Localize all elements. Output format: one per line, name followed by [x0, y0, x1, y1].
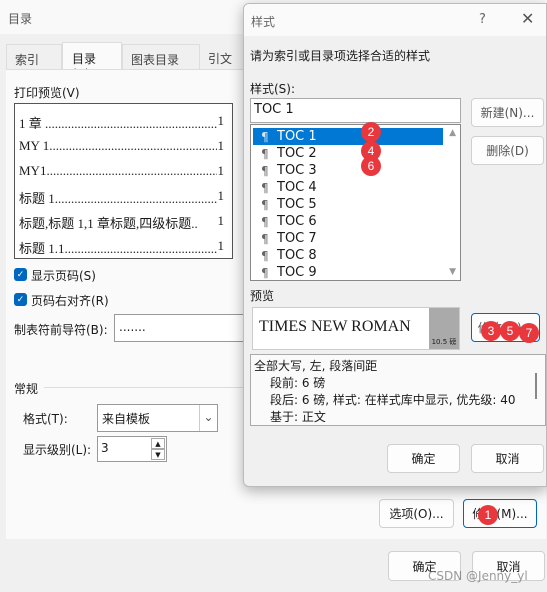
style-name-value: TOC 1 [254, 102, 294, 117]
general-label: 常规 [14, 382, 39, 396]
footer [0, 540, 547, 592]
paragraph-icon: ¶ [261, 146, 269, 161]
style-dialog: 样式 ? ✕ 请为索引或目录项选择合适的样式 样式(S): TOC 1 ¶ TOC… [243, 3, 547, 487]
style-cancel-button[interactable]: 取消 [471, 444, 544, 473]
style-item-label: TOC 1 [277, 129, 317, 144]
modify-button[interactable]: 修改(M)... [463, 499, 537, 528]
show-page-numbers-label: 显示页码(S) [31, 269, 96, 283]
tab-toc[interactable]: 目录(C) [62, 42, 122, 81]
delete-style-button[interactable]: 删除(D) [471, 136, 544, 165]
badge-6: 6 [361, 156, 381, 176]
close-icon[interactable]: ✕ [521, 9, 534, 28]
paragraph-icon: ¶ [261, 180, 269, 195]
paragraph-icon: ¶ [261, 163, 269, 178]
style-item-label: TOC 8 [277, 248, 317, 263]
divider [44, 387, 244, 388]
format-select[interactable]: 来自模板 ⌄ [97, 404, 218, 432]
dialog-title: 目录 [8, 12, 33, 26]
style-title-bar [244, 4, 546, 36]
spin-up-icon[interactable]: ▲ [151, 438, 165, 449]
right-align-label: 页码右对齐(R) [31, 294, 109, 308]
chevron-down-icon: ⌄ [199, 405, 217, 431]
style-item-label: TOC 6 [277, 214, 317, 229]
show-levels-spinner[interactable]: 3 ▲ ▼ [97, 436, 167, 462]
spin-down-icon[interactable]: ▼ [151, 449, 165, 460]
style-item-label: TOC 5 [277, 197, 317, 212]
style-list-item[interactable]: ¶ TOC 1 [253, 128, 443, 145]
style-list-item[interactable]: ¶ TOC 2 [253, 145, 443, 162]
show-levels-label: 显示级别(L): [23, 443, 92, 457]
paragraph-icon: ¶ [261, 214, 269, 229]
style-list-item[interactable]: ¶ TOC 5 [253, 196, 443, 213]
new-style-button[interactable]: 新建(N)... [471, 98, 544, 127]
tab-index[interactable]: 索引(X) [6, 44, 62, 82]
paragraph-icon: ¶ [261, 129, 269, 144]
format-value: 来自模板 [102, 412, 151, 426]
scroll-up-icon[interactable]: ▲ [449, 128, 456, 138]
paragraph-icon: ¶ [261, 197, 269, 212]
style-preview-box: TIMES NEW ROMAN 10.5 磅 [252, 307, 460, 350]
paragraph-icon: ¶ [261, 265, 269, 280]
description-line: 全部大写, 左, 段落间距 [254, 359, 378, 373]
format-label: 格式(T): [23, 412, 68, 426]
styles-label: 样式(S): [250, 82, 296, 96]
tab-figures[interactable]: 图表目录(F) [122, 44, 200, 82]
style-item-label: TOC 9 [277, 265, 317, 280]
style-list-item[interactable]: ¶ TOC 7 [253, 230, 443, 247]
paragraph-icon: ¶ [261, 248, 269, 263]
preview-entry: 标题 1....................................… [19, 188, 224, 206]
options-button[interactable]: 选项(O)... [379, 499, 454, 528]
tab-leader-value: ....... [119, 320, 146, 334]
style-list-item[interactable]: ¶ TOC 6 [253, 213, 443, 230]
style-list-item[interactable]: ¶ TOC 4 [253, 179, 443, 196]
badge-2: 2 [361, 122, 381, 142]
badge-7: 7 [519, 323, 539, 343]
style-item-label: TOC 7 [277, 231, 317, 246]
preview-entry: MY 1....................................… [19, 138, 224, 154]
preview-entry: MY1.....................................… [19, 163, 224, 179]
show-levels-value: 3 [101, 441, 109, 455]
preview-entry: 标题,标题 1,1 章标题,四级标题.. 1 [19, 213, 224, 231]
tab-leader-select[interactable]: ....... [114, 314, 254, 342]
preview-entry: 标题 1.1..................................… [19, 238, 224, 256]
paragraph-icon: ¶ [261, 231, 269, 246]
show-page-numbers-checkbox[interactable]: ✓ [14, 268, 27, 281]
style-dialog-title: 样式 [251, 15, 276, 29]
style-item-label: TOC 3 [277, 163, 317, 178]
description-line: 段前: 6 磅 [270, 376, 326, 390]
instruction-text: 请为索引或目录项选择合适的样式 [250, 49, 431, 63]
scroll-down-icon[interactable]: ▼ [449, 267, 456, 277]
styles-list[interactable]: ¶ TOC 1 ¶ TOC 2 ¶ TOC 3 ¶ TOC 4 ¶ TOC 5 ¶ TOC 6 ¶ TOC… [250, 124, 461, 281]
preview-size: 10.5 磅 [429, 308, 459, 349]
style-description: 全部大写, 左, 段落间距 段前: 6 磅 段后: 6 磅, 样式: 在样式库中… [250, 354, 546, 426]
description-line: 基于: 正文 [270, 410, 326, 424]
badge-3: 3 [481, 321, 501, 341]
style-list-item[interactable]: ¶ TOC 9 [253, 264, 443, 281]
style-name-input[interactable]: TOC 1 [250, 98, 461, 123]
preview-text: TIMES NEW ROMAN [259, 318, 411, 335]
print-preview-box: 1 章 ....................................… [14, 103, 233, 259]
preview-entry: 1 章 ....................................… [19, 113, 224, 131]
style-list-item[interactable]: ¶ TOC 3 [253, 162, 443, 179]
scrollbar[interactable] [535, 373, 537, 399]
description-line: 段后: 6 磅, 样式: 在样式库中显示, 优先级: 40 [270, 393, 516, 407]
preview-label: 预览 [250, 289, 275, 303]
right-align-checkbox[interactable]: ✓ [14, 293, 27, 306]
style-item-label: TOC 2 [277, 146, 317, 161]
watermark: CSDN @Jenny_yl [428, 569, 528, 583]
badge-5: 5 [500, 321, 520, 341]
help-icon[interactable]: ? [479, 12, 486, 27]
tab-leader-label: 制表符前导符(B): [14, 323, 108, 337]
style-item-label: TOC 4 [277, 180, 317, 195]
badge-1: 1 [478, 505, 498, 525]
style-ok-button[interactable]: 确定 [387, 444, 460, 473]
print-preview-label: 打印预览(V) [14, 86, 80, 100]
style-list-item[interactable]: ¶ TOC 8 [253, 247, 443, 264]
